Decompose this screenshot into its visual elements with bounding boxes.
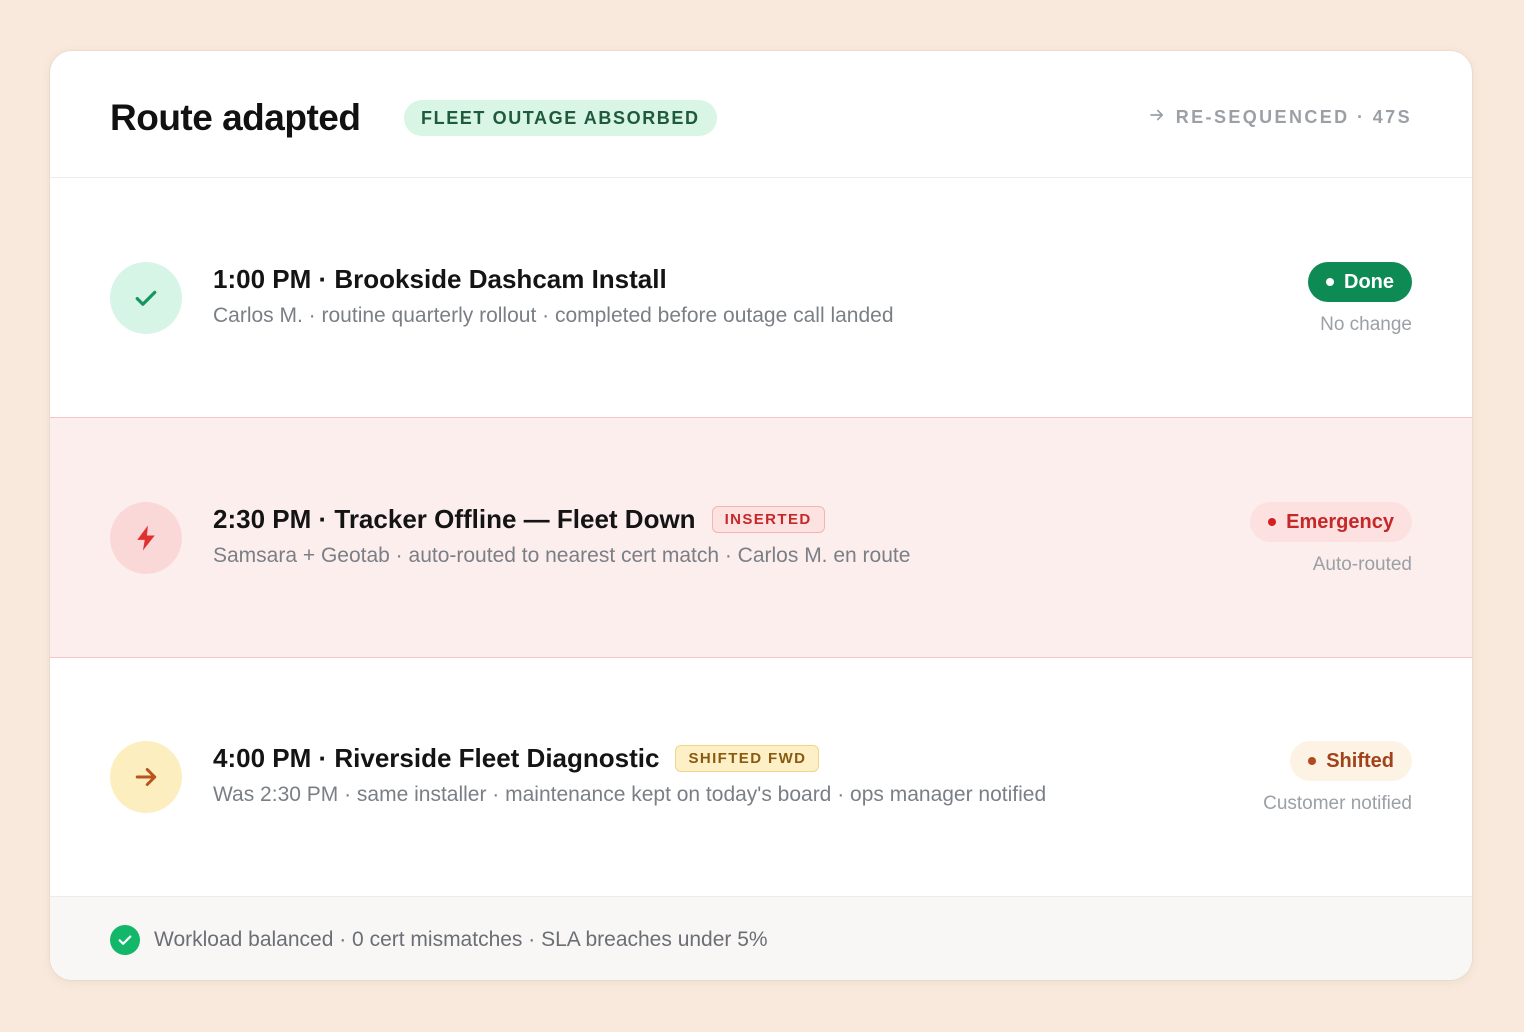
route-stop-row[interactable]: 1:00 PM · Brookside Dashcam Install Carl… — [50, 178, 1472, 417]
route-card: Route adapted FLEET OUTAGE ABSORBED RE-S… — [50, 51, 1472, 980]
status-badge-shifted: Shifted — [1290, 741, 1412, 781]
stop-status: Shifted Customer notified — [1263, 741, 1412, 815]
stop-subtitle: Was 2:30 PM · same installer · maintenan… — [213, 783, 1047, 806]
arrow-right-icon — [110, 741, 182, 813]
status-badge-emergency: Emergency — [1250, 502, 1412, 542]
arrow-right-icon — [1148, 106, 1166, 129]
lightning-bolt-icon — [110, 502, 182, 574]
status-note: No change — [1320, 314, 1412, 335]
card-header: Route adapted FLEET OUTAGE ABSORBED RE-S… — [50, 51, 1472, 178]
status-dot — [1308, 757, 1317, 765]
status-dot — [1268, 518, 1277, 526]
status-label: Done — [1344, 270, 1394, 293]
status-note: Auto-routed — [1312, 554, 1412, 575]
stop-title-text: 1:00 PM · Brookside Dashcam Install — [213, 264, 667, 294]
shifted-tag: SHIFTED FWD — [675, 745, 820, 772]
stop-subtitle: Carlos M. · routine quarterly rollout · … — [213, 304, 894, 327]
summary-footer: Workload balanced · 0 cert mismatches · … — [50, 896, 1472, 980]
stop-title: 4:00 PM · Riverside Fleet Diagnostic SHI… — [213, 743, 820, 774]
resequenced-indicator: RE-SEQUENCED · 47S — [1148, 106, 1412, 129]
route-stop-row[interactable]: 2:30 PM · Tracker Offline — Fleet Down I… — [50, 417, 1472, 658]
stop-title: 2:30 PM · Tracker Offline — Fleet Down I… — [213, 504, 825, 535]
resequenced-label: RE-SEQUENCED · 47S — [1175, 107, 1412, 127]
status-badge-done: Done — [1308, 262, 1412, 302]
status-label: Emergency — [1286, 510, 1394, 533]
status-dot — [1326, 278, 1334, 286]
status-note: Customer notified — [1263, 793, 1412, 814]
stop-subtitle: Samsara + Geotab · auto-routed to neares… — [213, 544, 911, 567]
route-stop-row[interactable]: 4:00 PM · Riverside Fleet Diagnostic SHI… — [50, 657, 1472, 896]
fleet-outage-badge: FLEET OUTAGE ABSORBED — [404, 100, 717, 136]
stop-title-text: 2:30 PM · Tracker Offline — Fleet Down — [213, 504, 696, 534]
summary-text: Workload balanced · 0 cert mismatches · … — [154, 928, 768, 951]
check-icon — [110, 262, 182, 334]
stop-status: Done No change — [1308, 262, 1412, 336]
stop-status: Emergency Auto-routed — [1250, 502, 1412, 576]
check-circle-icon — [110, 925, 140, 955]
status-label: Shifted — [1326, 749, 1394, 772]
stop-title-text: 4:00 PM · Riverside Fleet Diagnostic — [213, 743, 660, 773]
stop-title: 1:00 PM · Brookside Dashcam Install — [213, 264, 667, 295]
inserted-tag: INSERTED — [711, 506, 825, 533]
page-title: Route adapted — [110, 97, 361, 138]
